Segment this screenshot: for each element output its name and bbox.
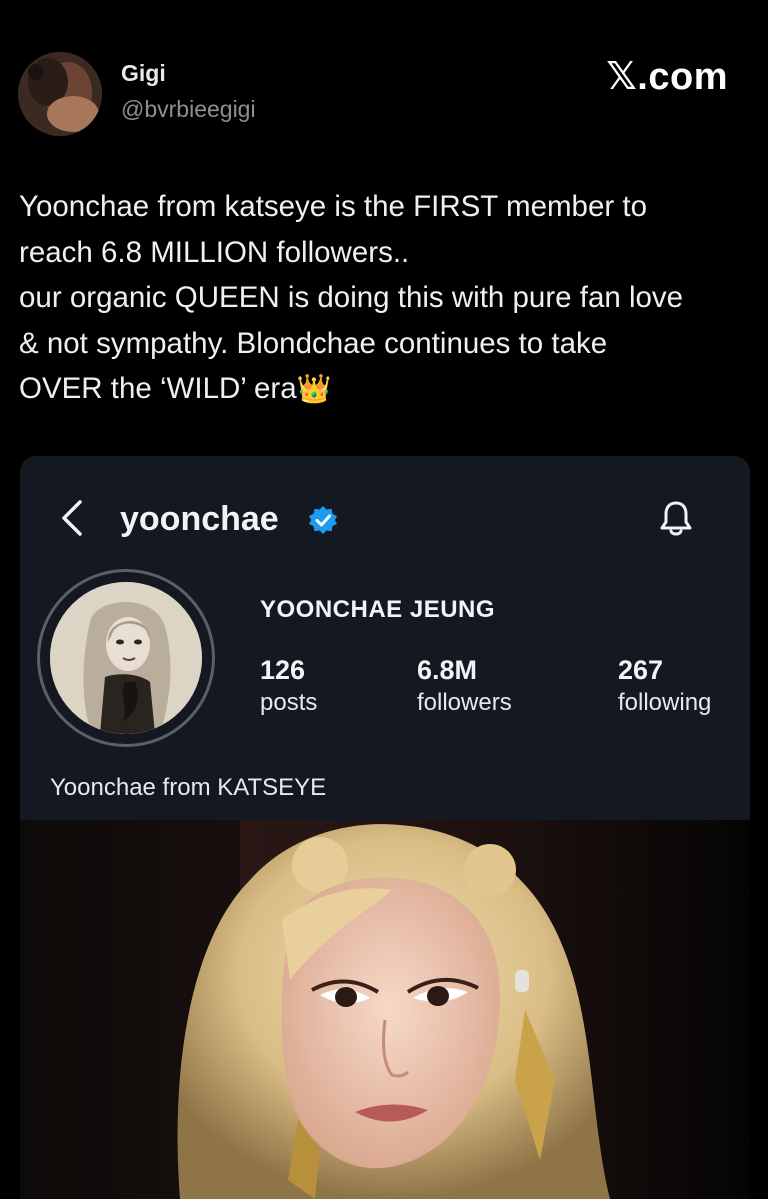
- author-avatar[interactable]: [18, 52, 102, 136]
- x-logo-watermark: 𝕏.com: [606, 56, 728, 98]
- profile-full-name: YOONCHAE JEUNG: [260, 596, 496, 623]
- tweet-line: our organic QUEEN is doing this with pur…: [19, 281, 684, 314]
- stat-following-label: following: [618, 689, 712, 716]
- tweet-line: & not sympathy. Blondchae continues to t…: [19, 326, 608, 360]
- stat-posts[interactable]: 126 posts: [260, 654, 317, 720]
- stat-posts-label: posts: [260, 689, 318, 716]
- tweet-text: Yoonchae from katseye is the FIRST membe…: [19, 184, 754, 412]
- verified-badge-icon: [309, 506, 337, 534]
- profile-screenshot-card[interactable]: yoonchae YOONCHAE JEUNG 126 posts 6.8M f…: [20, 456, 750, 1199]
- stat-followers-value: 6.8M: [417, 655, 478, 685]
- tweet-line: reach 6.8 MILLION followers..: [19, 235, 410, 269]
- profile-picture[interactable]: [50, 582, 202, 734]
- bell-icon[interactable]: [658, 498, 694, 538]
- profile-username: yoonchae: [120, 500, 279, 538]
- stat-following-value: 267: [618, 655, 664, 685]
- stat-followers[interactable]: 6.8M followers: [417, 654, 512, 720]
- author-name[interactable]: Gigi: [121, 60, 166, 87]
- stat-posts-value: 126: [260, 655, 306, 685]
- featured-photo[interactable]: [20, 820, 750, 1199]
- stat-followers-label: followers: [417, 689, 512, 716]
- crown-emoji: 👑: [296, 372, 332, 405]
- tweet-line: Yoonchae from katseye is the FIRST membe…: [19, 190, 647, 223]
- chevron-left-icon[interactable]: [58, 496, 88, 540]
- author-handle[interactable]: @bvrbieegigi: [121, 96, 256, 123]
- stat-following[interactable]: 267 following: [618, 654, 711, 720]
- profile-bio: Yoonchae from KATSEYE: [50, 774, 327, 801]
- tweet-line-text: OVER the ‘WILD’ era: [19, 372, 297, 405]
- tweet-line: OVER the ‘WILD’ era👑: [19, 366, 754, 412]
